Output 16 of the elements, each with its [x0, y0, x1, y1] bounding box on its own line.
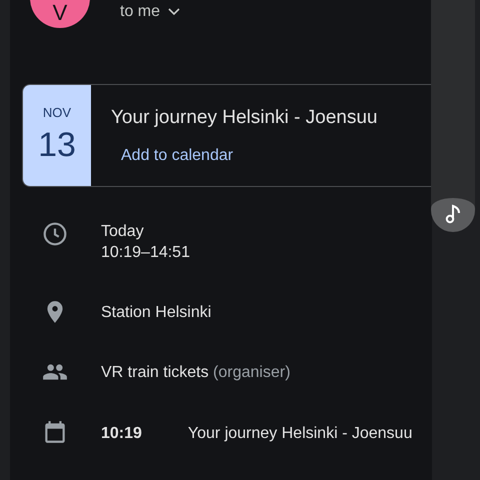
time-range: 10:19–14:51	[101, 243, 190, 263]
panel-handle[interactable]	[431, 198, 475, 232]
clock-icon	[42, 221, 68, 247]
day-number: 13	[38, 126, 76, 165]
add-to-calendar-link[interactable]: Add to calendar	[121, 147, 234, 165]
event-title: Your journey Helsinki - Joensuu	[111, 107, 378, 129]
music-note-icon	[444, 204, 462, 224]
avatar-letter: V	[52, 2, 68, 24]
recipient-dropdown[interactable]: to me	[120, 3, 180, 21]
month-label: NOV	[42, 105, 72, 120]
event-title: Your journey Helsinki - Joensuu	[188, 424, 412, 444]
event-time: 10:19	[101, 424, 142, 444]
location-text: Station Helsinki	[101, 303, 212, 323]
organizer-text: VR train tickets (organiser)	[101, 363, 290, 383]
day-label: Today	[101, 222, 145, 242]
chevron-down-icon	[168, 8, 180, 16]
